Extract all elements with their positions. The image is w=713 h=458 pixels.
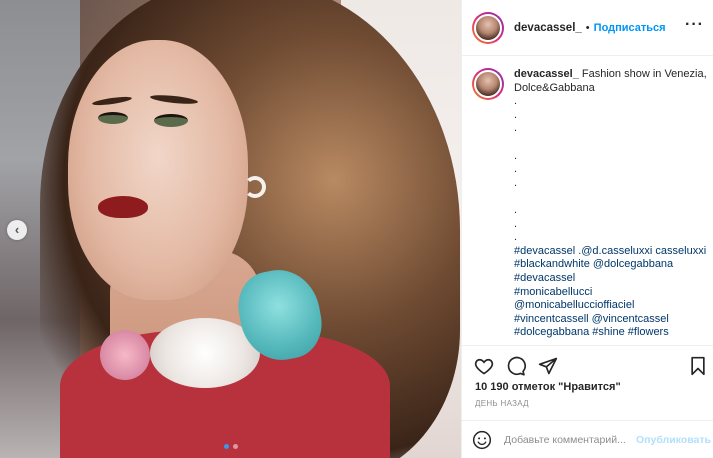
- likes-count[interactable]: 10 190 отметок "Нравится": [475, 381, 621, 393]
- caption-dot: .: [514, 108, 518, 121]
- post-side-panel: devacassel_ • Подписаться ··· devacassel…: [461, 0, 713, 458]
- caption-line-2: Dolce&Gabbana: [514, 81, 595, 94]
- carousel-prev-button[interactable]: ‹: [7, 220, 27, 240]
- chevron-left-icon: ‹: [14, 222, 20, 237]
- caption-username[interactable]: devacassel_: [514, 68, 579, 80]
- caption-dot: .: [514, 95, 518, 108]
- caption-dot: .: [514, 176, 518, 189]
- caption-line-1: Fashion show in Venezia,: [581, 68, 707, 80]
- photo-flower: [100, 330, 150, 380]
- publish-button[interactable]: Опубликовать: [636, 434, 711, 446]
- post-caption: devacassel_ Fashion show in Venezia, Dol…: [472, 68, 710, 344]
- follow-button[interactable]: Подписаться: [594, 22, 666, 34]
- photo-face: [68, 40, 248, 300]
- caption-avatar[interactable]: [472, 68, 504, 100]
- hashtag-line[interactable]: #dolcegabbana #shine #flowers: [514, 326, 707, 340]
- hashtag-line[interactable]: #devacassel: [514, 272, 707, 286]
- photo-lips: [98, 196, 148, 218]
- hashtag-line[interactable]: #vincentcassell @vincentcassel: [514, 313, 707, 327]
- comment-icon[interactable]: [506, 356, 526, 376]
- photo-earring: [244, 176, 266, 198]
- comment-bar: Опубликовать: [462, 420, 713, 458]
- emoji-icon[interactable]: [472, 430, 492, 450]
- caption-dot: .: [514, 163, 518, 176]
- hashtag-line[interactable]: #blackandwhite @dolcegabbana: [514, 258, 707, 272]
- caption-dot: .: [514, 149, 518, 162]
- instagram-post: ‹ devacassel_ • Подписаться ··· devacass…: [0, 0, 713, 458]
- more-options-icon[interactable]: ···: [685, 16, 704, 34]
- share-icon[interactable]: [538, 356, 558, 376]
- carousel-indicator: [0, 444, 461, 449]
- avatar[interactable]: [472, 11, 504, 44]
- caption-hashtags: #devacassel .@d.casseluxxi casseluxxi #bl…: [514, 245, 707, 340]
- caption-gap: [514, 190, 707, 204]
- caption-gap: [514, 136, 707, 150]
- carousel-dot: [232, 444, 238, 449]
- header-separator: •: [585, 21, 590, 34]
- carousel-dot: [223, 444, 229, 449]
- caption-text: devacassel_ Fashion show in Venezia, Dol…: [514, 68, 707, 344]
- bookmark-icon[interactable]: [688, 356, 708, 376]
- caption-dot: .: [514, 203, 518, 216]
- hashtag-line[interactable]: #monicabellucci: [514, 286, 707, 300]
- hashtag-line[interactable]: @monicabelluccioffiaciel: [514, 299, 707, 313]
- post-photo[interactable]: ‹: [0, 0, 461, 458]
- photo-eye-right: [154, 114, 188, 127]
- header-username[interactable]: devacassel_: [514, 22, 582, 34]
- caption-dots: .........: [514, 95, 707, 245]
- post-header: devacassel_ • Подписаться ···: [462, 0, 713, 56]
- caption-dot: .: [514, 122, 518, 135]
- caption-dot: .: [514, 231, 518, 244]
- caption-dot: .: [514, 217, 518, 230]
- heart-icon[interactable]: [474, 356, 494, 376]
- action-bar: [462, 345, 713, 385]
- caption-avatar-image: [474, 70, 502, 98]
- hashtag-line[interactable]: #devacassel .@d.casseluxxi casseluxxi: [514, 245, 707, 259]
- avatar-image: [474, 13, 502, 42]
- post-timestamp[interactable]: ДЕНЬ НАЗАД: [475, 399, 529, 408]
- comment-input[interactable]: [504, 433, 634, 446]
- photo-eye-left: [98, 112, 128, 124]
